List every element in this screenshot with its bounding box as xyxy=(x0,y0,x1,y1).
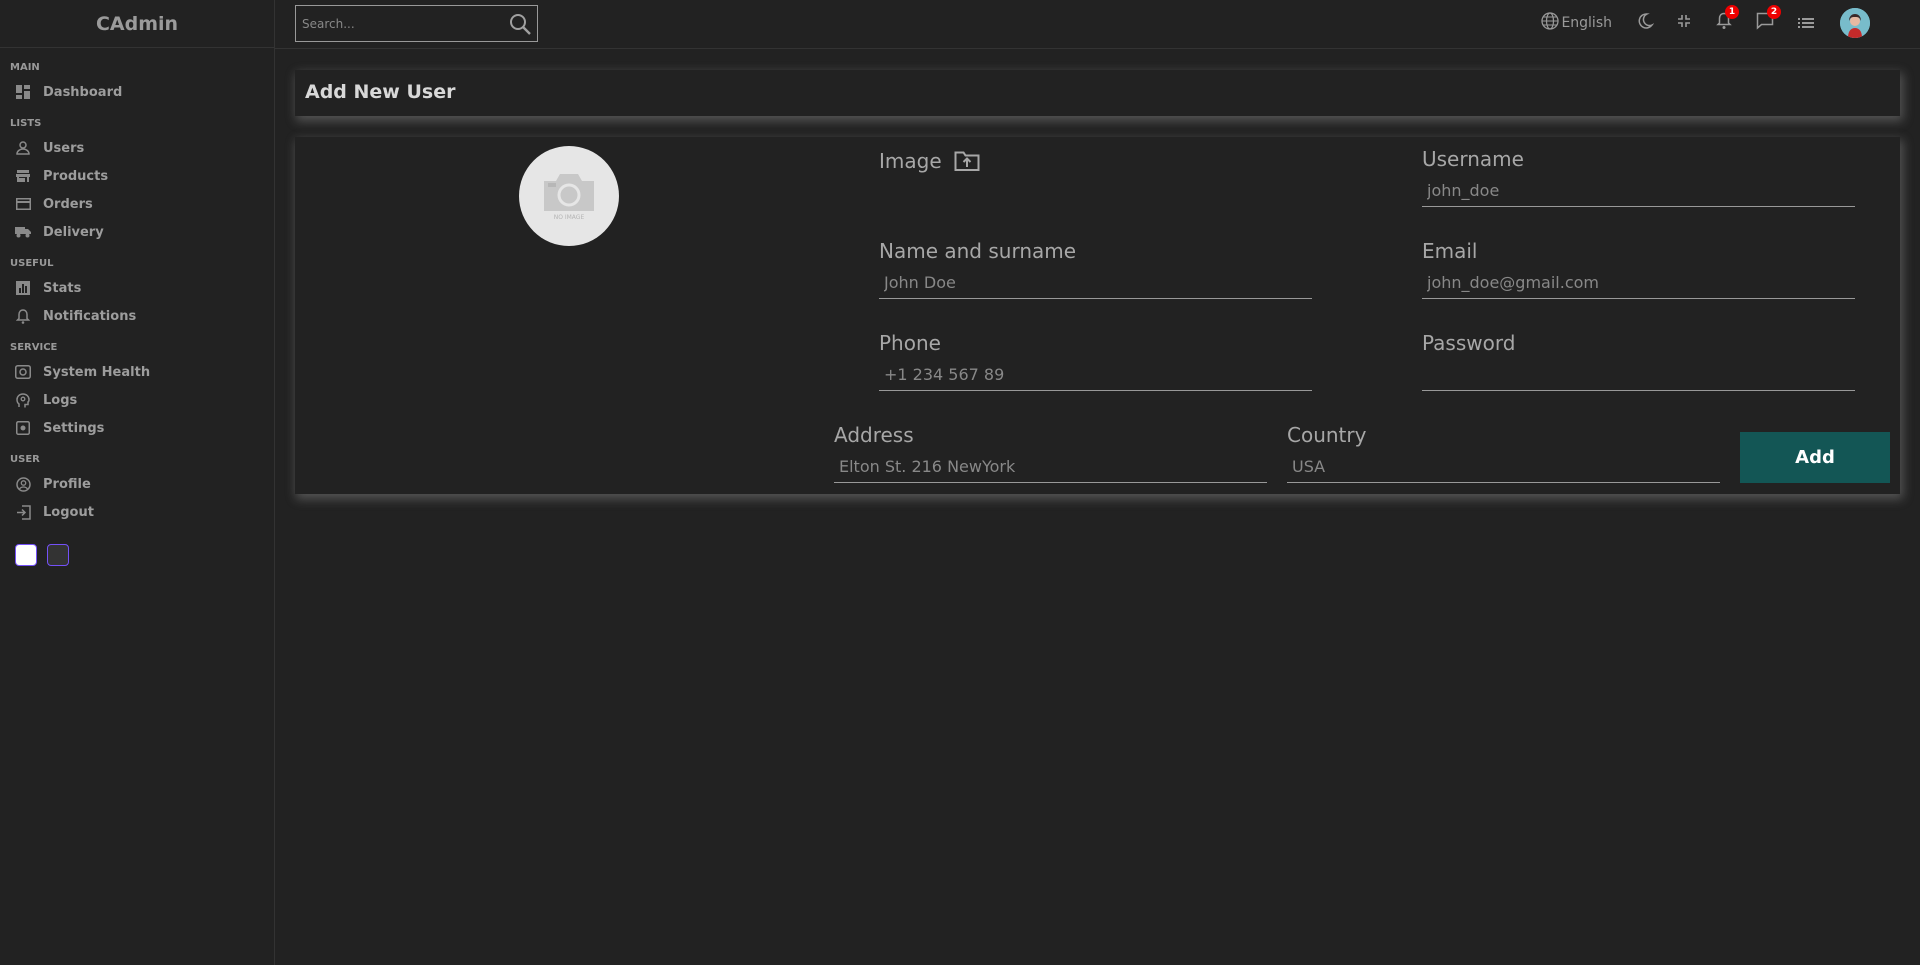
section-title-lists: LISTS xyxy=(10,118,42,129)
dashboard-icon xyxy=(15,84,31,100)
topbar: English 1 2 xyxy=(275,0,1920,49)
settings-icon xyxy=(15,420,31,436)
sidebar-item-label: Orders xyxy=(43,196,93,212)
add-button[interactable]: Add xyxy=(1740,432,1890,483)
sidebar-item-label: Delivery xyxy=(43,224,104,240)
sidebar-item-label: Dashboard xyxy=(43,84,123,100)
section-title-user: USER xyxy=(10,454,40,465)
search-input[interactable] xyxy=(302,16,502,31)
sidebar-item-label: System Health xyxy=(43,364,151,380)
app-logo[interactable]: CAdmin xyxy=(96,13,178,35)
dark-theme-button[interactable] xyxy=(47,544,69,566)
camera-icon: NO IMAGE xyxy=(544,174,594,221)
section-title-service: SERVICE xyxy=(10,342,58,353)
list-icon xyxy=(1798,14,1814,33)
page-title: Add New User xyxy=(305,81,456,103)
truck-icon xyxy=(15,224,31,240)
dark-mode-toggle[interactable] xyxy=(1636,12,1655,34)
country-label: Country xyxy=(1287,423,1367,447)
sidebar-item-logout[interactable]: Logout xyxy=(0,498,274,526)
search-icon[interactable] xyxy=(509,13,531,39)
sidebar-item-label: Settings xyxy=(43,420,105,436)
name-field[interactable] xyxy=(879,267,1312,299)
sidebar-item-orders[interactable]: Orders xyxy=(0,190,274,218)
phone-label: Phone xyxy=(879,331,941,355)
user-avatar[interactable] xyxy=(1840,8,1870,38)
avatar xyxy=(1840,8,1870,38)
section-title-useful: USEFUL xyxy=(10,258,54,269)
sidebar-item-settings[interactable]: Settings xyxy=(0,414,274,442)
theme-switcher xyxy=(0,544,274,566)
add-user-form: NO IMAGE Image Username Name and surname… xyxy=(295,137,1900,494)
notifications-button[interactable]: 1 xyxy=(1716,5,1739,34)
messages-button[interactable]: 2 xyxy=(1756,5,1781,34)
sidebar-item-stats[interactable]: Stats xyxy=(0,274,274,302)
sidebar-item-dashboard[interactable]: Dashboard xyxy=(0,78,274,106)
sidebar-item-label: Notifications xyxy=(43,308,137,324)
language-label: English xyxy=(1561,15,1612,31)
topbar-items: English 1 2 xyxy=(1519,5,1870,38)
sidebar: CAdmin MAIN Dashboard LISTS Users Produc… xyxy=(0,0,275,965)
sidebar-item-label: Logs xyxy=(43,392,78,408)
fullscreen-exit-button[interactable] xyxy=(1676,13,1692,33)
account-circle-icon xyxy=(15,476,31,492)
sidebar-item-label: Users xyxy=(43,140,85,156)
logo-area: CAdmin xyxy=(0,0,274,48)
drive-folder-upload-icon xyxy=(954,150,980,172)
sidebar-item-profile[interactable]: Profile xyxy=(0,470,274,498)
image-label: Image xyxy=(879,149,942,173)
sidebar-item-system-health[interactable]: System Health xyxy=(0,358,274,386)
sidebar-item-logs[interactable]: Logs xyxy=(0,386,274,414)
notifications-badge: 1 xyxy=(1725,5,1739,19)
page-title-panel: Add New User xyxy=(295,70,1900,116)
moon-icon xyxy=(1636,12,1655,34)
bell-icon xyxy=(15,308,31,324)
address-label: Address xyxy=(834,423,914,447)
stats-icon xyxy=(15,280,31,296)
sidebar-item-label: Logout xyxy=(43,504,94,520)
password-field[interactable] xyxy=(1422,359,1855,391)
list-button[interactable] xyxy=(1798,14,1814,33)
section-title-main: MAIN xyxy=(10,62,40,73)
sidebar-item-notifications[interactable]: Notifications xyxy=(0,302,274,330)
country-field[interactable] xyxy=(1287,451,1720,483)
messages-badge: 2 xyxy=(1767,5,1781,19)
address-field[interactable] xyxy=(834,451,1267,483)
system-health-icon xyxy=(15,364,31,380)
sidebar-item-label: Products xyxy=(43,168,109,184)
psychology-icon xyxy=(15,392,31,408)
sidebar-item-label: Stats xyxy=(43,280,82,296)
username-label: Username xyxy=(1422,147,1524,171)
light-theme-button[interactable] xyxy=(15,544,37,566)
avatar-preview: NO IMAGE xyxy=(519,146,619,246)
sidebar-item-users[interactable]: Users xyxy=(0,134,274,162)
password-label: Password xyxy=(1422,331,1516,355)
user-icon xyxy=(15,140,31,156)
username-field[interactable] xyxy=(1422,175,1855,207)
email-label: Email xyxy=(1422,239,1478,263)
sidebar-item-delivery[interactable]: Delivery xyxy=(0,218,274,246)
image-upload[interactable]: Image xyxy=(879,149,980,173)
logout-icon xyxy=(15,504,31,520)
sidebar-item-label: Profile xyxy=(43,476,91,492)
search-box xyxy=(295,5,538,42)
language-selector[interactable]: English xyxy=(1541,12,1612,34)
credit-card-icon xyxy=(15,196,31,212)
phone-field[interactable] xyxy=(879,359,1312,391)
store-icon xyxy=(15,168,31,184)
no-image-text: NO IMAGE xyxy=(554,214,585,221)
name-label: Name and surname xyxy=(879,239,1077,263)
sidebar-item-products[interactable]: Products xyxy=(0,162,274,190)
globe-icon xyxy=(1541,12,1560,34)
email-field[interactable] xyxy=(1422,267,1855,299)
fullscreen-exit-icon xyxy=(1676,13,1692,33)
